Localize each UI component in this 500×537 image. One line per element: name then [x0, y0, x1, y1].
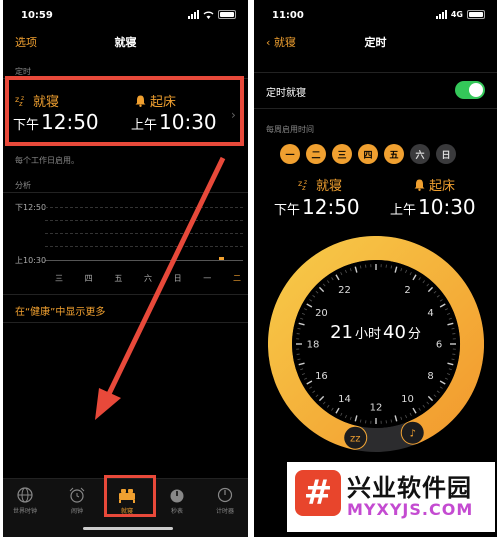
weekday-toggle[interactable]: 一 — [280, 144, 300, 164]
bedtime-time: 下午 12:50 — [274, 195, 360, 219]
status-bar: 11:00 4G — [254, 8, 497, 24]
bell-icon — [414, 179, 425, 191]
svg-text:z: z — [304, 179, 307, 186]
sleep-zzz-icon: z zz — [298, 179, 307, 192]
weekday-toggle[interactable]: 六 — [410, 144, 430, 164]
schedule-screen: 11:00 4G ‹ 就寝 定时 定时就寝 每周启用时间 一二三四五六日 zzz… — [254, 0, 497, 537]
dial-number: 10 — [401, 394, 414, 405]
page-title: 定时 — [364, 36, 387, 49]
status-time: 11:00 — [272, 10, 304, 21]
annotation-arrow — [95, 156, 226, 420]
weekday-toggle[interactable]: 三 — [332, 144, 352, 164]
battery-icon — [467, 10, 485, 19]
schedule-toggle[interactable] — [455, 81, 485, 99]
repeat-label: 每周启用时间 — [266, 125, 314, 134]
dial-number: 20 — [315, 308, 328, 319]
weekday-selector: 一二三四五六日 — [280, 144, 456, 164]
bedtime-label: zzz 就寝 — [298, 178, 343, 195]
dial-number: 22 — [338, 285, 351, 296]
dial-number: 8 — [427, 371, 433, 382]
watermark-title: 兴业软件园 — [347, 474, 472, 502]
sleep-zzz-icon: zz — [350, 434, 361, 445]
dial-number: 2 — [404, 285, 410, 296]
weekday-toggle[interactable]: 五 — [384, 144, 404, 164]
wake-label: 起床 — [414, 175, 455, 194]
network-type: 4G — [450, 10, 463, 19]
watermark-logo: # — [295, 470, 341, 516]
wake-handle[interactable]: ♪ — [401, 421, 424, 444]
weekday-toggle[interactable]: 日 — [436, 144, 456, 164]
weekday-toggle[interactable]: 四 — [358, 144, 378, 164]
dial-number: 4 — [427, 308, 433, 319]
schedule-toggle-label: 定时就寝 — [266, 88, 306, 99]
bell-icon: ♪ — [410, 429, 416, 440]
watermark-url: MYXYJS.COM — [347, 500, 474, 519]
nav-bar: ‹ 就寝 定时 — [254, 34, 497, 52]
bedtime-screen: 10:59 选项 就寝 定时 zzz 就寝 下午 12:50 起床 上午 10:30… — [3, 0, 248, 537]
sleep-duration: 21 小时 40 分 — [330, 322, 421, 343]
dial-number: 12 — [370, 403, 383, 414]
weekday-toggle[interactable]: 二 — [306, 144, 326, 164]
dial-number: 16 — [315, 371, 328, 382]
wake-time: 上午 10:30 — [390, 195, 476, 219]
watermark: # 兴业软件园 MYXYJS.COM — [287, 462, 495, 532]
bedtime-handle[interactable]: zz — [344, 426, 367, 449]
signal-icon — [435, 10, 447, 19]
sleep-dial[interactable]: 122468101416182022 ♪ zz — [268, 236, 484, 452]
dial-number: 14 — [338, 394, 351, 405]
